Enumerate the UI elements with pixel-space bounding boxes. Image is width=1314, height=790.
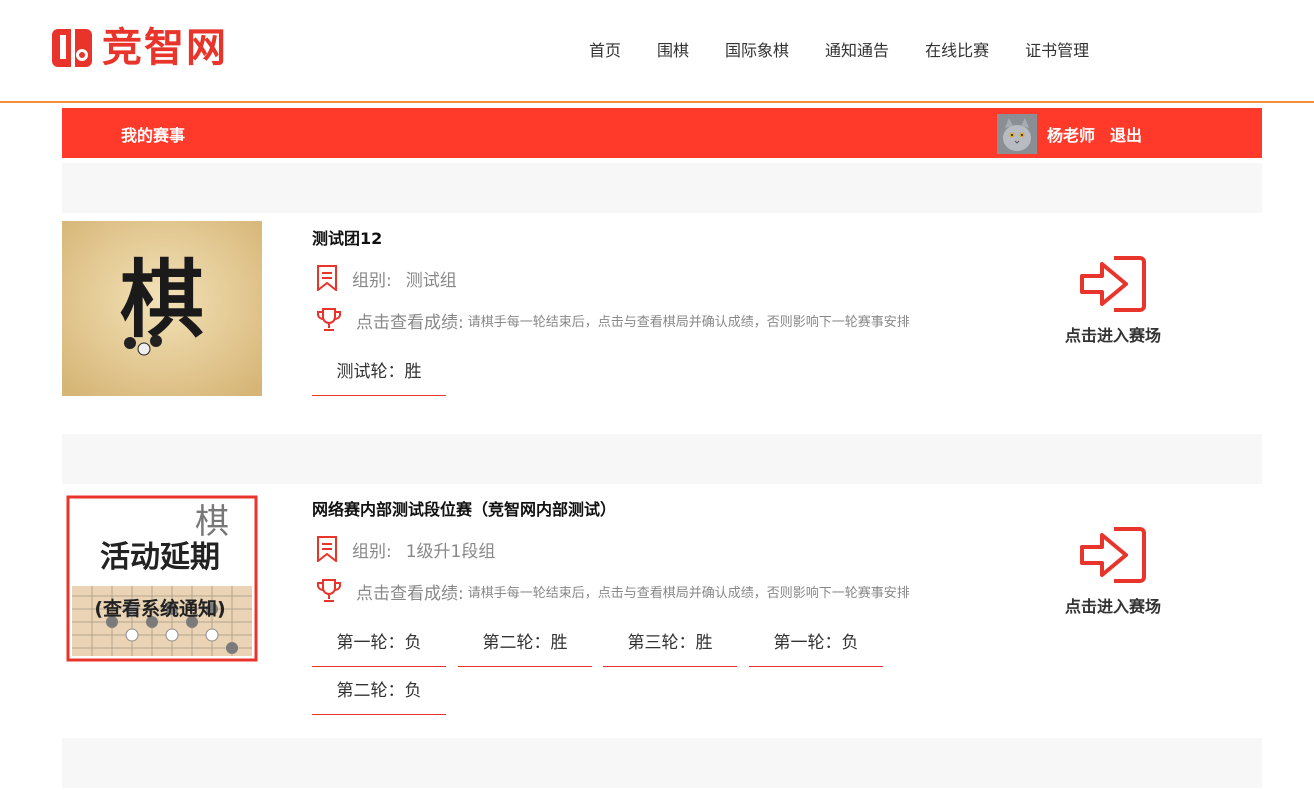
enter-icon [1080,256,1146,312]
nav-online-match[interactable]: 在线比赛 [925,40,989,62]
section-divider [62,163,1262,213]
group-label: 组别: [352,270,392,291]
event-title: 网络赛内部测试段位赛（竞智网内部测试） [312,500,617,519]
svg-text:(查看系统通知): (查看系统通知) [94,597,225,620]
enter-label: 点击进入赛场 [1064,326,1161,345]
logo-icon [52,29,92,67]
event-title: 测试团12 [312,229,383,248]
score-link[interactable]: 点击查看成绩: [356,579,464,604]
group-label: 组别: [352,541,392,562]
enter-venue-button[interactable]: 点击进入赛场 [1058,254,1168,346]
nav-go[interactable]: 围棋 [657,40,689,62]
nav-certificates[interactable]: 证书管理 [1025,40,1089,62]
section-divider [62,738,1262,788]
round-list: 第一轮：负 第二轮：胜 第三轮：胜 第一轮：负 第二轮：负 [312,620,1012,716]
trophy-icon [317,579,341,602]
user-bar: 我的赛事 杨老师 退出 [62,108,1262,158]
svg-text:棋: 棋 [195,502,229,542]
svg-text:活动延期: 活动延期 [100,540,220,575]
round-result[interactable]: 第一轮：负 [749,620,883,667]
group-value: 测试组 [405,270,457,291]
event-group: 组别: 测试组 [316,265,457,291]
score-note: 请棋手每一轮结束后，点击与查看棋局并确认成绩，否则影响下一轮赛事安排 [467,314,910,330]
section-divider [62,434,1262,484]
bookmark-icon [317,536,337,562]
logout-link[interactable]: 退出 [1110,122,1142,146]
nav-chess[interactable]: 国际象棋 [725,40,789,62]
avatar [997,114,1037,154]
bookmark-icon [317,265,337,291]
enter-venue-button[interactable]: 点击进入赛场 [1058,525,1168,617]
event-score: 点击查看成绩: 请棋手每一轮结束后，点击与查看棋局并确认成绩，否则影响下一轮赛事… [316,307,910,333]
enter-icon [1080,527,1146,583]
event-image[interactable]: 棋 活动延期 (查看系统通知) [62,491,262,666]
my-events-label[interactable]: 我的赛事 [121,122,185,146]
nav-home[interactable]: 首页 [589,40,621,62]
svg-text:棋: 棋 [120,250,204,349]
round-result[interactable]: 第二轮：负 [312,668,446,715]
enter-label: 点击进入赛场 [1064,597,1161,616]
logo-text: 竞智网 [102,25,228,71]
round-result[interactable]: 测试轮：胜 [312,349,446,396]
event-group: 组别: 1级升1段组 [316,536,495,562]
main-nav: 首页 围棋 国际象棋 通知通告 在线比赛 证书管理 [571,40,1107,62]
round-list: 测试轮：胜 [312,349,1012,397]
round-result[interactable]: 第一轮：负 [312,620,446,667]
score-note: 请棋手每一轮结束后，点击与查看棋局并确认成绩，否则影响下一轮赛事安排 [467,585,910,601]
score-link[interactable]: 点击查看成绩: [356,308,464,333]
event-image[interactable]: 棋 [62,221,262,396]
group-value: 1级升1段组 [405,541,496,562]
round-result[interactable]: 第二轮：胜 [458,620,592,667]
site-logo[interactable]: 竞智网 [50,24,228,72]
username: 杨老师 [1047,126,1096,145]
nav-notices[interactable]: 通知通告 [825,40,889,62]
trophy-icon [317,308,341,331]
event-score: 点击查看成绩: 请棋手每一轮结束后，点击与查看棋局并确认成绩，否则影响下一轮赛事… [316,578,910,604]
site-header: 竞智网 首页 围棋 国际象棋 通知通告 在线比赛 证书管理 [0,0,1314,103]
round-result[interactable]: 第三轮：胜 [603,620,737,667]
